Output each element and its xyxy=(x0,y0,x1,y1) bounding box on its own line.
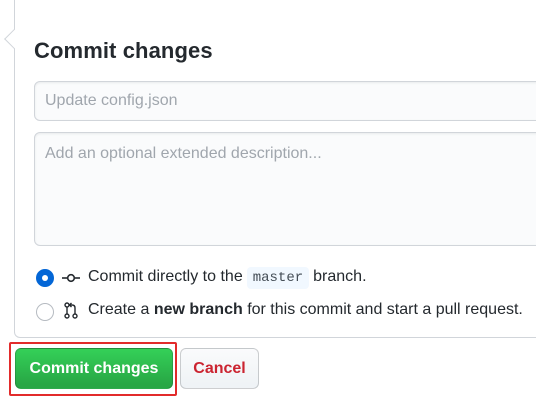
commit-directly-option[interactable]: Commit directly to the master branch. xyxy=(36,267,367,289)
new-branch-radio[interactable] xyxy=(36,303,54,321)
git-commit-icon xyxy=(62,270,80,286)
new-branch-label: Create a new branch for this commit and … xyxy=(88,301,523,319)
new-branch-suffix: for this commit and start a pull request… xyxy=(247,301,523,318)
new-branch-option[interactable]: Create a new branch for this commit and … xyxy=(36,299,523,321)
git-pull-request-icon xyxy=(62,301,80,319)
branch-name-badge: master xyxy=(246,267,310,289)
commit-changes-button[interactable]: Commit changes xyxy=(15,348,173,389)
new-branch-prefix: Create a xyxy=(88,301,150,318)
commit-description-textarea[interactable] xyxy=(34,132,536,246)
commit-directly-suffix: branch. xyxy=(313,268,367,285)
new-branch-emphasis: new branch xyxy=(153,301,243,318)
commit-summary-input[interactable] xyxy=(34,81,536,121)
cancel-button[interactable]: Cancel xyxy=(180,348,259,389)
commit-directly-label: Commit directly to the master branch. xyxy=(88,267,367,289)
commit-directly-prefix: Commit directly to the xyxy=(88,268,243,285)
form-title: Commit changes xyxy=(34,38,213,63)
commit-directly-radio[interactable] xyxy=(36,269,54,287)
